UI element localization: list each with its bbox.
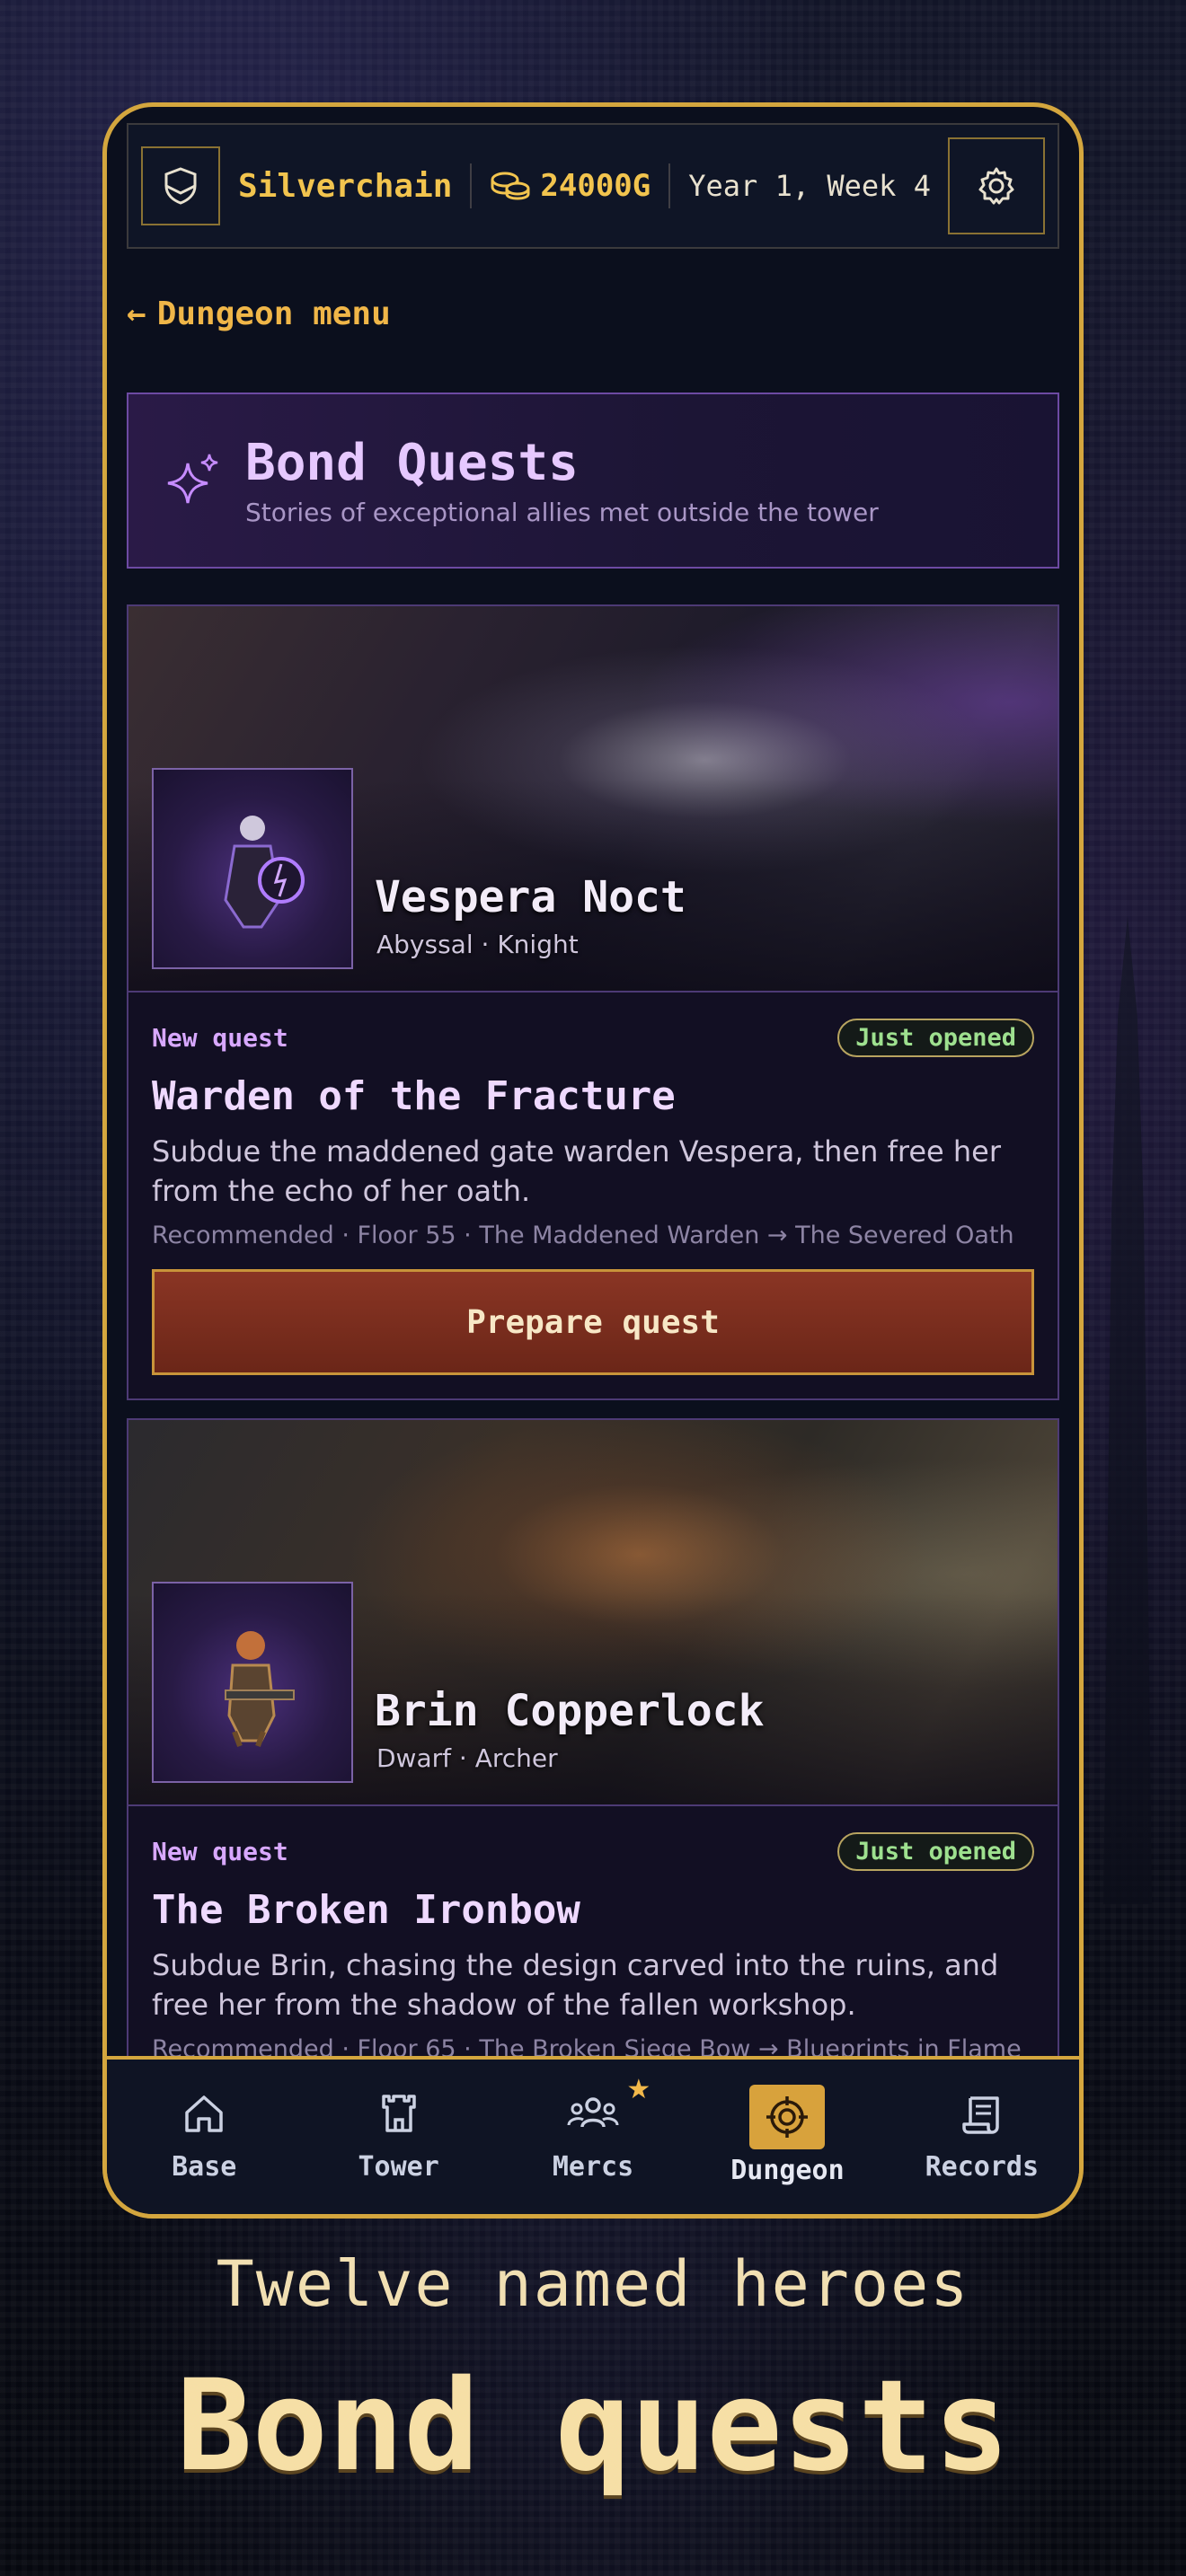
background-spire [1103, 916, 1152, 1904]
settings-button[interactable] [948, 137, 1045, 234]
banner-subtitle: Stories of exceptional allies met outsid… [245, 498, 879, 527]
back-link-label: Dungeon menu [156, 295, 391, 332]
phone-frame: Silverchain 24000G Year 1, Week 4 ← Dung… [102, 102, 1084, 2219]
nav-label: Mercs [552, 2151, 634, 2183]
quest-description: Subdue the maddened gate warden Vespera,… [152, 1134, 1001, 1208]
quest-tag: New quest [152, 1836, 288, 1866]
banner-title: Bond Quests [245, 434, 579, 492]
star-icon: ★ [626, 2074, 651, 2105]
scroll-icon [962, 2096, 999, 2134]
divider [470, 163, 473, 208]
nav-item-base[interactable]: Base [107, 2060, 301, 2214]
guild-name: Silverchain [238, 167, 453, 205]
hero-portrait [152, 768, 353, 969]
nav-label: Tower [358, 2151, 439, 2183]
hero-name: Vespera Noct [375, 872, 686, 922]
quest-recommended: Recommended · Floor 65 · The Broken Sieg… [152, 2035, 1022, 2056]
nav-label: Base [172, 2151, 237, 2183]
top-bar: Silverchain 24000G Year 1, Week 4 [127, 123, 1059, 249]
prepare-quest-button[interactable]: Prepare quest [152, 1269, 1034, 1375]
quest-recommended: Recommended · Floor 55 · The Maddened Wa… [152, 1222, 1014, 1249]
quest-description: Subdue Brin, chasing the design carved i… [152, 1948, 999, 2022]
home-icon [185, 2095, 223, 2132]
group-icon [567, 2097, 619, 2128]
hero-race-class: Dwarf · Archer [376, 1743, 558, 1773]
quest-title: Warden of the Fracture [152, 1073, 676, 1119]
caption-subtitle: Twelve named heroes [216, 2247, 970, 2321]
hero-race-class: Abyssal · Knight [376, 930, 579, 959]
archer-sprite-icon [225, 1631, 295, 1748]
gear-icon [978, 167, 1014, 205]
gold-display: 24000G [490, 168, 651, 204]
quest-title: The Broken Ironbow [152, 1887, 580, 1933]
nav-item-dungeon[interactable]: Dungeon [690, 2060, 884, 2214]
status-badge: Just opened [837, 1831, 1034, 1871]
hero-banner: Vespera Noct Abyssal · Knight [128, 606, 1058, 992]
back-to-dungeon-menu-link[interactable]: ← Dungeon menu [127, 288, 1059, 339]
bottom-nav: Base Tower ★ Mercs Dungeon Records [107, 2056, 1079, 2214]
game-date: Year 1, Week 4 [688, 169, 931, 203]
status-badge: Just opened [837, 1018, 1034, 1057]
nav-item-records[interactable]: Records [885, 2060, 1079, 2214]
tower-icon [381, 2095, 416, 2132]
gold-amount: 24000G [540, 168, 651, 204]
sparkle-icon [167, 454, 218, 504]
nav-item-mercs[interactable]: ★ Mercs [496, 2060, 690, 2214]
scroll-content[interactable]: Silverchain 24000G Year 1, Week 4 ← Dung… [107, 107, 1079, 2056]
caption-title: Bond quests [176, 2353, 1010, 2500]
arrow-left-icon: ← [127, 295, 146, 332]
hero-portrait [152, 1582, 353, 1783]
shield-icon [164, 167, 197, 205]
nav-item-tower[interactable]: Tower [301, 2060, 495, 2214]
nav-label: Records [925, 2151, 1040, 2183]
target-icon [766, 2096, 809, 2138]
hero-banner: Brin Copperlock Dwarf · Archer [128, 1420, 1058, 1806]
nav-label: Dungeon [730, 2155, 845, 2186]
coins-icon [491, 172, 530, 200]
quest-tag: New quest [152, 1022, 288, 1053]
divider [668, 163, 671, 208]
hero-name: Brin Copperlock [375, 1686, 765, 1736]
bond-quests-banner: Bond Quests Stories of exceptional allie… [127, 393, 1059, 569]
quest-card: Brin Copperlock Dwarf · Archer New quest… [127, 1418, 1059, 2056]
knight-sprite-icon [224, 816, 305, 929]
guild-badge[interactable] [141, 146, 220, 225]
quest-card: Vespera Noct Abyssal · Knight New quest … [127, 604, 1059, 1400]
